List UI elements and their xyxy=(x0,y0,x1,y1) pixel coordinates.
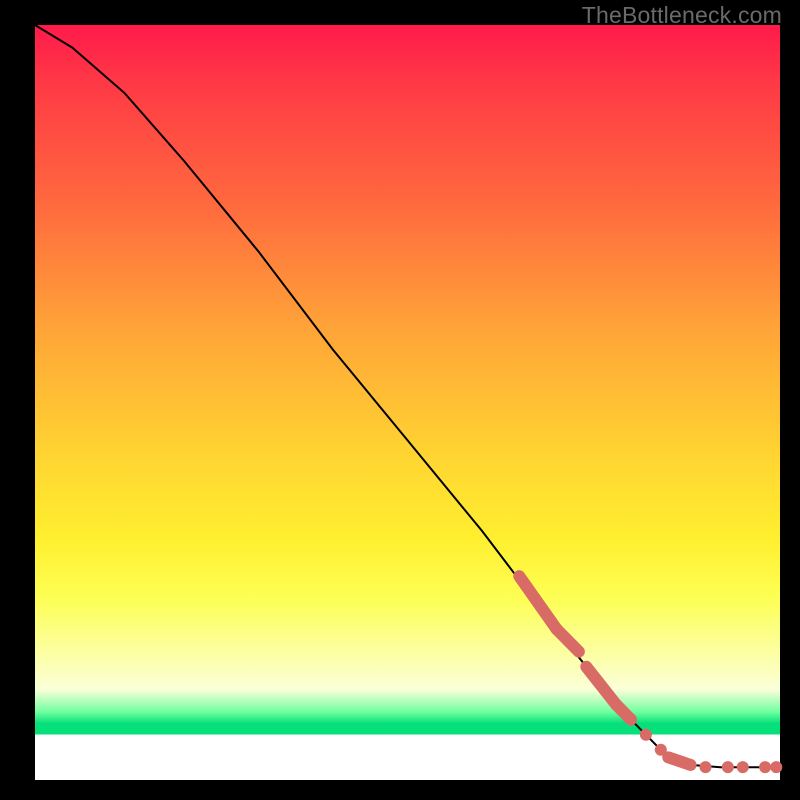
data-segment xyxy=(668,757,690,765)
data-segment xyxy=(557,629,579,652)
chart-frame: TheBottleneck.com xyxy=(0,0,800,800)
data-point xyxy=(737,761,749,773)
data-point xyxy=(640,729,652,741)
trend-line xyxy=(35,25,780,767)
marker-group xyxy=(519,576,782,773)
data-point xyxy=(700,761,712,773)
data-segment xyxy=(519,576,556,629)
data-segment xyxy=(616,705,631,720)
data-point xyxy=(759,761,771,773)
data-segment xyxy=(586,667,616,705)
plot-area xyxy=(35,25,780,780)
chart-svg xyxy=(35,25,780,780)
data-point xyxy=(770,761,782,773)
data-point xyxy=(722,761,734,773)
